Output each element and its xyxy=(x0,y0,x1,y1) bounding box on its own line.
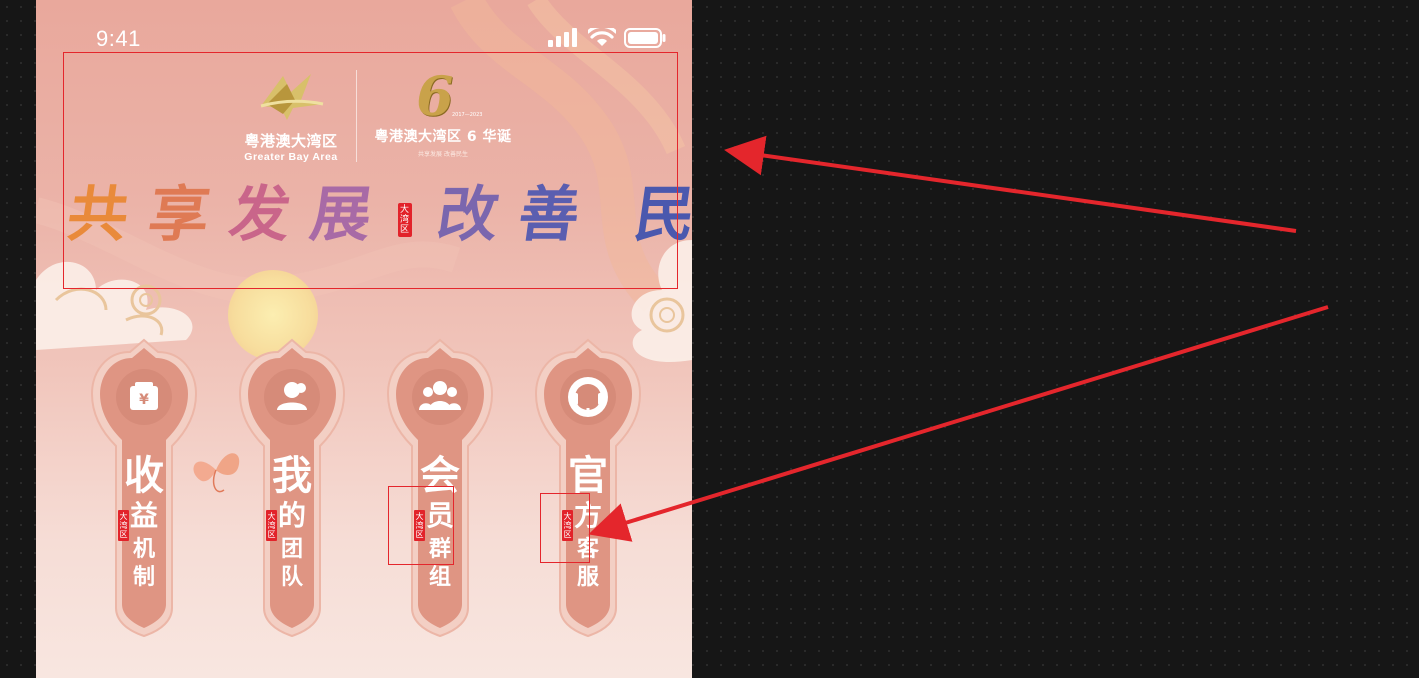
annotation-box-card4-seal xyxy=(540,493,590,563)
card-seal: 大湾区 xyxy=(118,510,129,541)
status-time: 9:41 xyxy=(96,26,141,51)
user-icon xyxy=(263,368,321,426)
card-title-char: 我 xyxy=(272,452,312,499)
arrow-to-banner xyxy=(724,135,1297,233)
card-title-char: 机 xyxy=(132,536,155,562)
card-title-char: 服 xyxy=(576,564,599,590)
menu-card-2[interactable]: 我的团队大湾区 xyxy=(234,338,350,638)
annotation-box-card3-seal xyxy=(388,486,454,565)
card-title: 我的团队 xyxy=(234,452,350,590)
user-group-icon xyxy=(411,368,469,426)
card-title-char: 官 xyxy=(568,452,608,499)
card-seal: 大湾区 xyxy=(266,510,277,541)
menu-card-1[interactable]: ¥ 收益机制大湾区 xyxy=(86,338,202,638)
card-title-char: 收 xyxy=(124,452,164,499)
wallet-yen-icon: ¥ xyxy=(115,368,173,426)
svg-text:¥: ¥ xyxy=(139,392,149,408)
annotation-box-banner xyxy=(63,52,678,289)
card-title-char: 制 xyxy=(132,564,155,590)
headset-icon xyxy=(559,368,617,426)
wifi-icon xyxy=(588,28,616,46)
arrow-to-card-seal xyxy=(588,305,1329,542)
card-title-char: 团 xyxy=(280,536,303,562)
battery-icon xyxy=(624,28,666,48)
card-title: 收益机制 xyxy=(86,452,202,590)
card-title-char: 益 xyxy=(129,499,158,532)
card-title-char: 组 xyxy=(428,564,451,590)
card-title-char: 的 xyxy=(277,499,306,532)
signal-icon xyxy=(548,28,577,47)
card-title-char: 队 xyxy=(280,564,303,590)
menu-card-4[interactable]: 官方客服大湾区 xyxy=(530,338,646,638)
